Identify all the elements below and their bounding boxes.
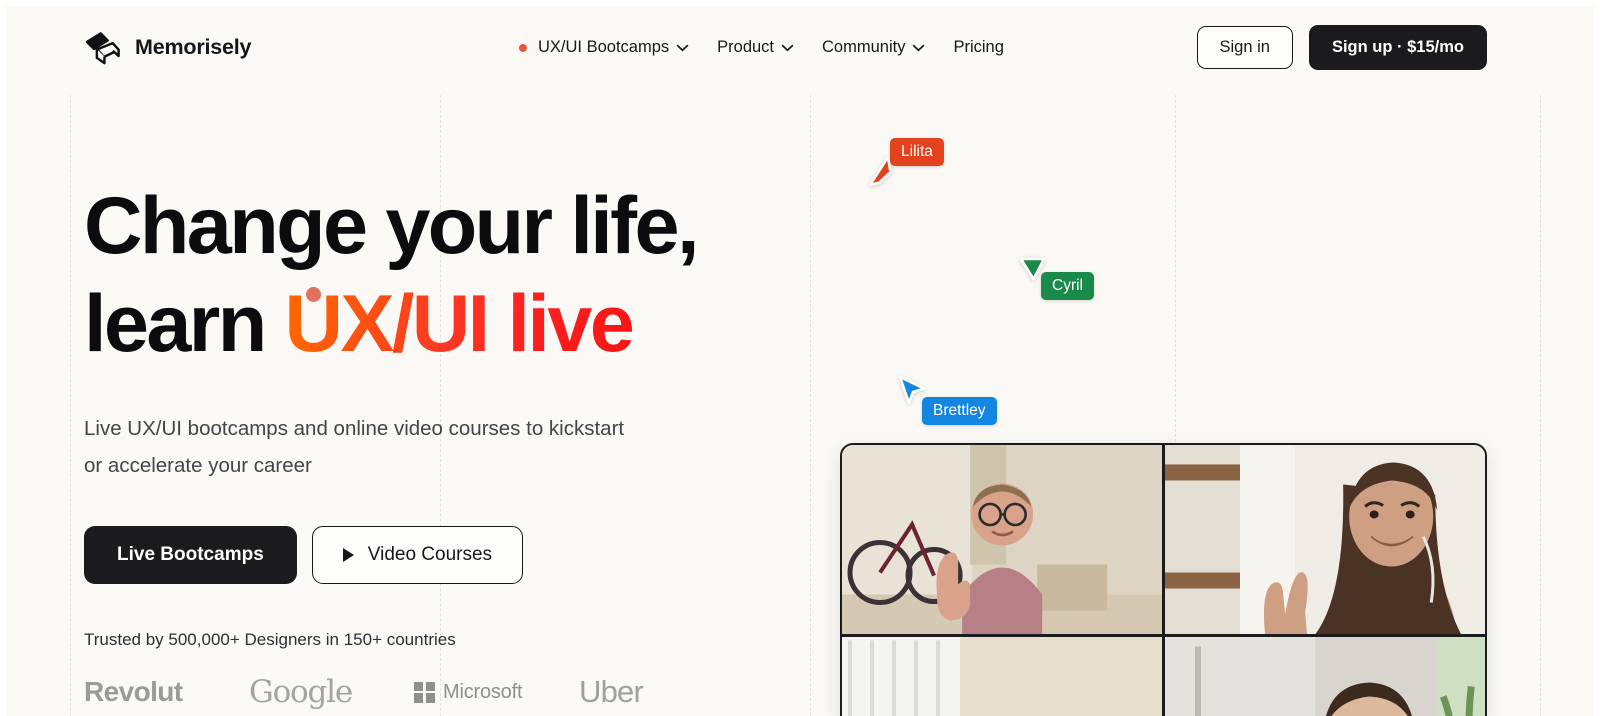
nav-item-pricing[interactable]: Pricing: [939, 30, 1017, 65]
brand-logo[interactable]: Memorisely: [84, 31, 252, 65]
hero-subtitle: Live UX/UI bootcamps and online video co…: [84, 417, 625, 477]
logo-google: Google: [249, 674, 414, 710]
page-edge-right: [1594, 0, 1600, 716]
header-actions: Sign in Sign up · $15/mo: [1196, 25, 1487, 70]
chevron-down-icon: [676, 44, 689, 51]
logo-revolut: Revolut: [84, 676, 249, 708]
headline-line-2: learn UX/UI live: [84, 276, 764, 374]
hero-content: Change your life, learn UX/UI live Live …: [84, 178, 764, 710]
nav-item-ux-ui-bootcamps[interactable]: UX/UI Bootcamps: [505, 30, 703, 65]
sign-in-button[interactable]: Sign in: [1196, 26, 1293, 69]
grid-guide: [70, 95, 71, 716]
chevron-down-icon: [781, 44, 794, 51]
brand-name: Memorisely: [135, 35, 252, 59]
grid-guide: [1540, 95, 1541, 716]
site-header: Memorisely UX/UI Bootcamps Product Commu…: [0, 0, 1600, 95]
revolut-logo-text: Revolut: [84, 676, 183, 708]
sign-up-button[interactable]: Sign up · $15/mo: [1308, 25, 1487, 70]
trusted-by-text: Trusted by 500,000+ Designers in 150+ co…: [84, 630, 456, 650]
page-title: Change your life, learn UX/UI live: [84, 178, 764, 373]
video-tile-person-curly-hair[interactable]: [842, 636, 1163, 716]
video-tile-person-peace-sign[interactable]: [1164, 445, 1485, 634]
video-tile-person-thumbs-up[interactable]: [842, 445, 1163, 634]
nav-label: UX/UI Bootcamps: [538, 38, 670, 56]
cursor-lilita[interactable]: Lilita: [866, 138, 944, 189]
video-feed: [842, 636, 1163, 716]
headline-line-1: Change your life,: [84, 181, 700, 271]
cursor-label-cyril: Cyril: [1041, 272, 1094, 300]
client-logo-row: Revolut Google Microsoft Uber: [84, 674, 764, 710]
grid-guide: [810, 95, 811, 716]
microsoft-logo: Microsoft: [414, 680, 523, 704]
video-call-grid[interactable]: [840, 443, 1487, 716]
main-navigation: UX/UI Bootcamps Product Community Pricin…: [505, 30, 1018, 65]
accent-dot-icon: [305, 286, 321, 302]
chevron-down-icon: [913, 44, 925, 51]
logo-microsoft: Microsoft: [414, 681, 579, 704]
headline-accent-wrap: UX/UI live: [284, 276, 635, 374]
hero-cta-row: Live Bootcamps Video Courses: [84, 526, 764, 585]
cursor-brettley[interactable]: Brettley: [897, 374, 997, 425]
memorisely-cards-logo-icon: [85, 31, 120, 64]
status-dot-icon: [519, 43, 527, 52]
video-tile-person-hands-up[interactable]: [1164, 636, 1485, 716]
nav-item-product[interactable]: Product: [703, 30, 808, 65]
nav-label: Product: [717, 38, 775, 56]
video-courses-button[interactable]: Video Courses: [311, 526, 524, 585]
headline-accent: UX/UI live: [284, 278, 635, 369]
cursor-label-lilita: Lilita: [890, 138, 944, 166]
video-feed: [1164, 445, 1485, 634]
uber-logo-text: Uber: [579, 674, 644, 710]
google-logo-text: Google: [249, 674, 353, 711]
microsoft-squares-icon: [414, 681, 435, 703]
nav-item-community[interactable]: Community: [808, 30, 939, 65]
landing-page: Memorisely UX/UI Bootcamps Product Commu…: [0, 0, 1600, 716]
nav-label: Pricing: [953, 38, 1004, 56]
play-icon: [342, 548, 354, 563]
live-bootcamps-button[interactable]: Live Bootcamps: [84, 526, 297, 585]
nav-label: Community: [822, 38, 906, 56]
page-edge-left: [0, 0, 6, 716]
video-feed: [842, 445, 1163, 634]
video-feed: [1164, 636, 1485, 716]
headline-plain: learn: [84, 278, 285, 369]
cursor-cyril[interactable]: Cyril: [1018, 256, 1094, 300]
microsoft-logo-text: Microsoft: [443, 680, 523, 703]
video-courses-label: Video Courses: [367, 544, 493, 566]
logo-uber: Uber: [579, 674, 744, 710]
cursor-label-brettley: Brettley: [922, 397, 997, 425]
